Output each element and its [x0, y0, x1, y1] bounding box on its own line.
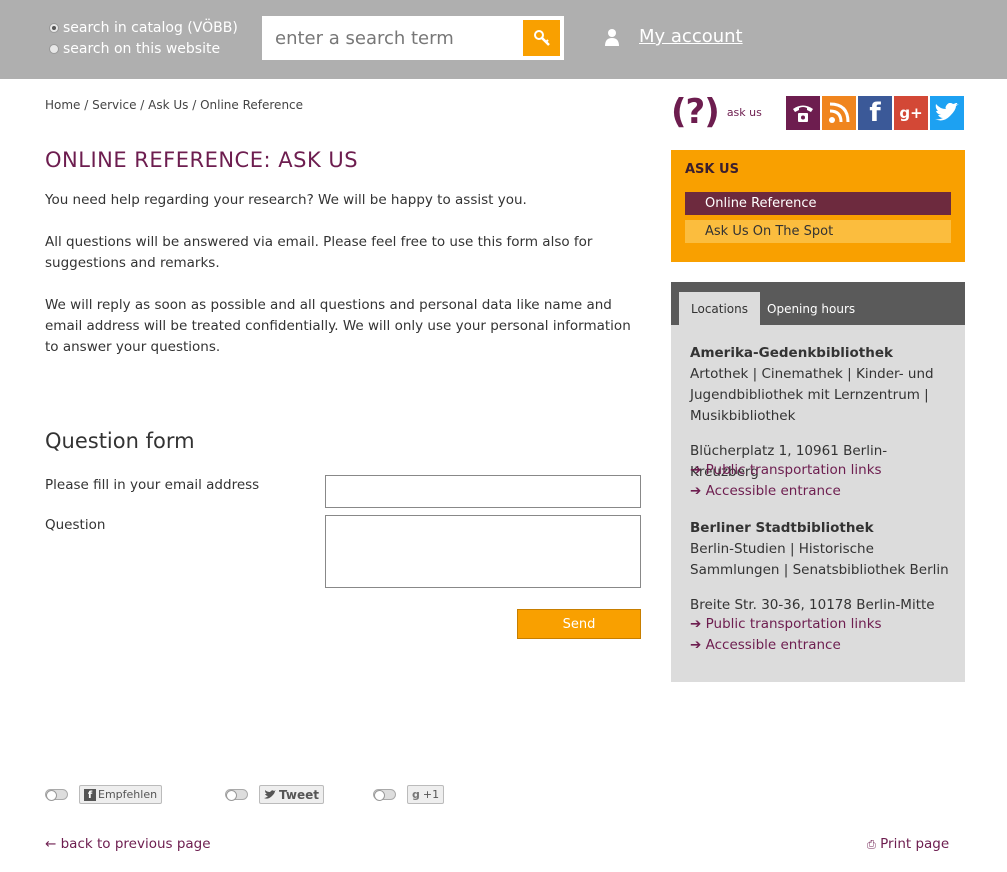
tab-opening-hours[interactable]: Opening hours: [755, 292, 867, 325]
breadcrumb-service[interactable]: Service: [92, 98, 136, 112]
accessible-entrance-label: Accessible entrance: [705, 483, 841, 499]
intro-paragraph: You need help regarding your research? W…: [45, 192, 527, 208]
search-button[interactable]: [523, 20, 560, 56]
page-title: ONLINE REFERENCE: ASK US: [45, 148, 359, 172]
facebook-toggle[interactable]: [45, 789, 68, 801]
email-info-paragraph: All questions will be answered via email…: [45, 234, 593, 271]
tab-locations[interactable]: Locations: [679, 292, 761, 325]
twitter-toggle[interactable]: [225, 789, 248, 801]
location-name: Amerika-Gedenkbibliothek: [690, 345, 893, 361]
arrow-left-icon: ←: [45, 836, 57, 852]
twitter-bird-icon: [264, 789, 276, 799]
locations-tab-bar: Locations Opening hours: [671, 282, 965, 325]
form-title: Question form: [45, 429, 195, 453]
key-search-icon: [533, 30, 550, 46]
my-account-link[interactable]: My account: [639, 26, 743, 47]
site-header: search in catalog (VÖBB) search on this …: [0, 0, 1007, 79]
facebook-share-label: Empfehlen: [98, 788, 158, 801]
search-input[interactable]: [262, 16, 520, 60]
facebook-icon: f: [84, 788, 96, 801]
ask-us-logo-text: ask us: [726, 105, 762, 119]
twitter-share: Tweet: [225, 785, 324, 804]
ask-us-logo[interactable]: (?) ask us: [671, 92, 762, 132]
location-departments: Berlin-Studien | Historische Sammlungen …: [690, 541, 949, 578]
breadcrumb-current: Online Reference: [200, 98, 304, 112]
twitter-share-button[interactable]: Tweet: [259, 785, 324, 804]
search-box: [262, 16, 564, 60]
google-plus-icon[interactable]: g+: [894, 96, 928, 130]
arrow-right-icon: ➔: [690, 483, 702, 499]
accessible-entrance-link[interactable]: ➔ Accessible entrance: [690, 483, 841, 499]
email-label: Please fill in your email address: [45, 477, 260, 493]
transport-link-label: Public transportation links: [705, 616, 882, 632]
location-block: Berliner Stadtbibliothek Berlin-Studien …: [690, 518, 952, 581]
search-website-radio[interactable]: search on this website: [49, 41, 220, 57]
gplus-share-button[interactable]: g +1: [407, 785, 445, 804]
gplus-share: g +1: [373, 785, 445, 804]
send-button[interactable]: Send: [517, 609, 641, 639]
accessible-entrance-link[interactable]: ➔ Accessible entrance: [690, 637, 841, 653]
menu-item-online-reference[interactable]: Online Reference: [685, 192, 951, 215]
gplus-toggle[interactable]: [373, 789, 396, 801]
privacy-paragraph: We will reply as soon as possible and al…: [45, 297, 631, 355]
facebook-share-button[interactable]: f Empfehlen: [79, 785, 163, 804]
question-field[interactable]: [325, 515, 641, 588]
ask-us-logo-symbol: (?): [671, 92, 720, 132]
back-link-label: back to previous page: [60, 836, 211, 852]
accessible-entrance-label: Accessible entrance: [705, 637, 841, 653]
gplus-share-label: +1: [422, 788, 440, 801]
arrow-right-icon: ➔: [690, 616, 702, 632]
location-address: Breite Str. 30-36, 10178 Berlin-Mitte: [690, 597, 935, 613]
phone-icon[interactable]: [786, 96, 820, 130]
question-label: Question: [45, 517, 106, 533]
transport-link-label: Public transportation links: [705, 462, 882, 478]
print-link[interactable]: ⎙ Print page: [867, 836, 949, 852]
breadcrumb: Home / Service / Ask Us / Online Referen…: [45, 98, 304, 112]
breadcrumb-ask-us[interactable]: Ask Us: [148, 98, 188, 112]
facebook-share: f Empfehlen: [45, 785, 163, 804]
locations-panel: Locations Opening hours Amerika-Gedenkbi…: [671, 282, 965, 682]
location-name: Berliner Stadtbibliothek: [690, 520, 874, 536]
email-field[interactable]: [325, 475, 641, 508]
transport-link[interactable]: ➔ Public transportation links: [690, 462, 882, 478]
radio-unchecked-icon[interactable]: [49, 44, 59, 54]
ask-us-menu-title: ASK US: [685, 162, 739, 177]
location-block: Amerika-Gedenkbibliothek Artothek | Cine…: [690, 343, 952, 427]
print-link-label: Print page: [880, 836, 950, 852]
arrow-right-icon: ➔: [690, 637, 702, 653]
twitter-icon[interactable]: [930, 96, 964, 130]
rss-icon[interactable]: [822, 96, 856, 130]
search-catalog-label: search in catalog (VÖBB): [63, 20, 238, 36]
transport-link[interactable]: ➔ Public transportation links: [690, 616, 882, 632]
printer-icon: ⎙: [867, 838, 876, 851]
google-g-icon: g: [412, 788, 420, 801]
back-link[interactable]: ← back to previous page: [45, 836, 211, 852]
facebook-icon[interactable]: f: [858, 96, 892, 130]
ask-us-menu: ASK US Online Reference Ask Us On The Sp…: [671, 150, 965, 262]
search-catalog-radio[interactable]: search in catalog (VÖBB): [49, 20, 238, 36]
arrow-right-icon: ➔: [690, 462, 702, 478]
twitter-share-label: Tweet: [279, 787, 319, 802]
radio-checked-icon[interactable]: [49, 23, 59, 33]
search-website-label: search on this website: [63, 41, 221, 57]
breadcrumb-home[interactable]: Home: [45, 98, 80, 112]
menu-item-ask-us-on-the-spot[interactable]: Ask Us On The Spot: [685, 220, 951, 243]
location-departments: Artothek | Cinemathek | Kinder- und Juge…: [690, 366, 934, 424]
user-icon: [605, 28, 619, 46]
account-area: My account: [604, 26, 743, 47]
